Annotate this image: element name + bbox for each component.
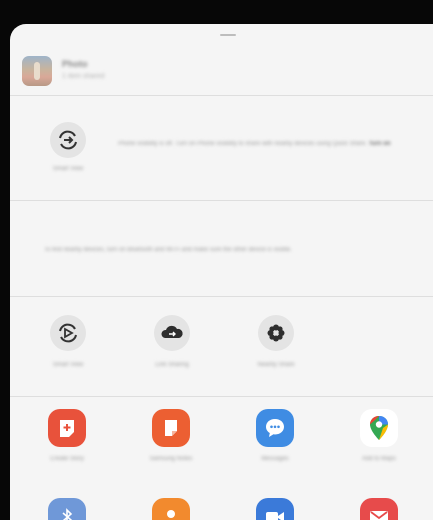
divider <box>10 396 433 397</box>
app-bluetooth[interactable] <box>48 498 86 520</box>
cloud-share-icon <box>161 325 183 338</box>
video-call-icon <box>266 512 284 520</box>
share-title: Photo <box>62 59 88 69</box>
divider <box>10 296 433 297</box>
app-label: Samsung Notes <box>149 456 193 462</box>
app-video-call[interactable] <box>256 498 294 520</box>
turn-on-link[interactable]: Turn on <box>369 141 391 147</box>
quick-action-label: Nearby Share <box>257 362 295 368</box>
cast-icon <box>59 323 77 343</box>
nearby-devices-note: To find nearby devices, turn on Bluetoot… <box>44 247 292 253</box>
quick-action-smart-view[interactable] <box>50 315 86 351</box>
quick-action-nearby-share[interactable] <box>258 315 294 351</box>
create-story-icon <box>60 420 74 437</box>
divider <box>10 95 433 96</box>
quick-action-link-sharing[interactable] <box>154 315 190 351</box>
app-email[interactable] <box>360 498 398 520</box>
samsung-notes-icon <box>165 420 177 436</box>
smart-view-icon <box>59 130 77 150</box>
messages-icon <box>266 419 284 437</box>
nearby-share-icon <box>267 324 285 342</box>
app-label: Messages <box>261 456 289 462</box>
quick-action-label: Smart View <box>52 362 84 368</box>
app-label: Add to Maps <box>362 456 396 462</box>
app-contacts[interactable] <box>152 498 190 520</box>
app-create-story[interactable] <box>48 409 86 447</box>
bluetooth-icon <box>62 508 73 520</box>
app-label: Create Story <box>50 456 84 462</box>
smart-view-label: Smart View <box>52 166 84 172</box>
app-messages[interactable] <box>256 409 294 447</box>
shared-image-thumbnail <box>22 56 52 86</box>
share-subtitle: 1 item shared <box>62 73 105 80</box>
contacts-icon <box>167 510 175 518</box>
share-sheet: Photo 1 item shared Smart View Phone vis… <box>10 24 433 520</box>
maps-icon <box>370 416 388 440</box>
smart-view-description: Phone visibility is off. Turn on Phone v… <box>118 141 391 147</box>
app-samsung-notes[interactable] <box>152 409 190 447</box>
divider <box>10 200 433 201</box>
app-maps[interactable] <box>360 409 398 447</box>
drag-handle[interactable] <box>220 34 236 36</box>
quick-action-label: Link Sharing <box>155 362 189 368</box>
email-icon <box>370 511 388 520</box>
smart-view-button[interactable] <box>50 122 86 158</box>
